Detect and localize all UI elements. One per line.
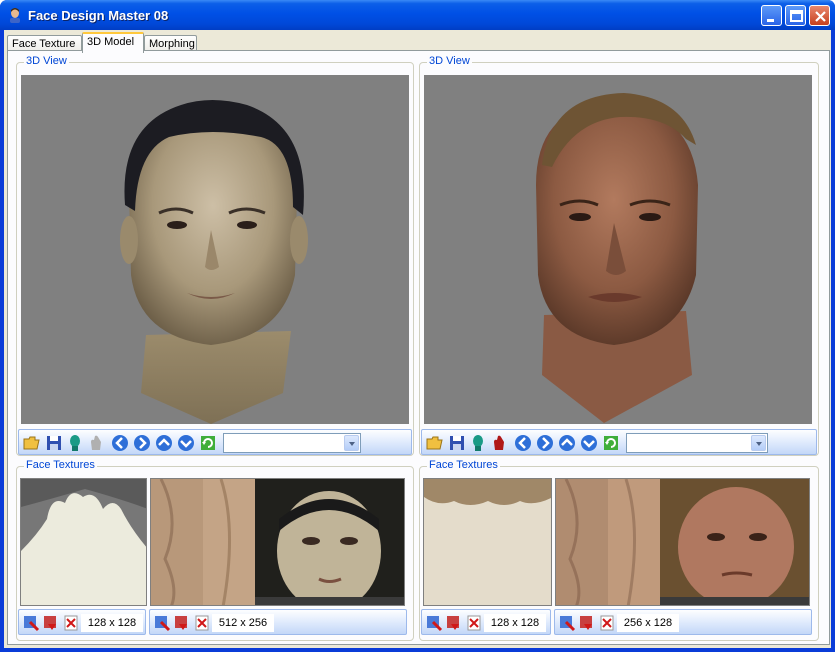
hand-disabled-icon[interactable] bbox=[87, 434, 105, 452]
right-head-model bbox=[536, 93, 698, 423]
refresh-icon[interactable] bbox=[199, 434, 217, 452]
left-3d-view-group: 3D View bbox=[16, 55, 414, 456]
export-texture-icon[interactable] bbox=[445, 614, 463, 632]
hand-icon[interactable] bbox=[490, 434, 508, 452]
left-texture-2[interactable] bbox=[150, 478, 405, 606]
chevron-down-icon[interactable] bbox=[751, 435, 766, 451]
left-3d-view-title: 3D View bbox=[24, 55, 69, 67]
left-3d-toolbar bbox=[18, 429, 412, 455]
right-texture-2-image bbox=[556, 479, 809, 605]
left-texture-2-size: 512 x 256 bbox=[212, 614, 274, 632]
refresh-icon[interactable] bbox=[602, 434, 620, 452]
close-button[interactable] bbox=[809, 5, 830, 26]
import-texture-icon[interactable] bbox=[558, 614, 576, 632]
right-texture-2[interactable] bbox=[555, 478, 810, 606]
app-face-icon bbox=[10, 8, 20, 23]
right-texture-2-toolbar: 256 x 128 bbox=[554, 609, 812, 635]
right-face-textures-group: Face Textures 128 x 128 256 x 128 bbox=[419, 459, 819, 641]
open-folder-icon[interactable] bbox=[426, 434, 444, 452]
title-bar[interactable]: Face Design Master 08 bbox=[0, 0, 835, 30]
right-texture-1[interactable] bbox=[423, 478, 552, 606]
left-texture-1-toolbar: 128 x 128 bbox=[18, 609, 146, 635]
export-texture-icon[interactable] bbox=[578, 614, 596, 632]
arrow-left-icon[interactable] bbox=[111, 434, 129, 452]
save-disk-icon[interactable] bbox=[45, 434, 63, 452]
tab-page-3d-model: 3D View 3D View Face Textures 128 x 128 … bbox=[7, 50, 830, 645]
save-disk-icon[interactable] bbox=[448, 434, 466, 452]
close-icon bbox=[815, 11, 826, 22]
export-texture-icon[interactable] bbox=[42, 614, 60, 632]
right-texture-2-size: 256 x 128 bbox=[617, 614, 679, 632]
window-title: Face Design Master 08 bbox=[28, 8, 169, 23]
arrow-up-icon[interactable] bbox=[558, 434, 576, 452]
right-3d-view-group: 3D View bbox=[419, 55, 819, 456]
tab-3d-model[interactable]: 3D Model bbox=[82, 32, 144, 53]
left-head-model bbox=[120, 100, 308, 424]
import-texture-icon[interactable] bbox=[153, 614, 171, 632]
head-model-icon[interactable] bbox=[469, 434, 487, 452]
right-texture-1-image bbox=[424, 479, 551, 505]
arrow-left-icon[interactable] bbox=[514, 434, 532, 452]
left-face-textures-group: Face Textures 128 x 128 512 x 256 bbox=[16, 459, 414, 641]
right-face-textures-title: Face Textures bbox=[427, 459, 500, 471]
right-3d-viewport[interactable] bbox=[424, 75, 812, 424]
right-3d-view-title: 3D View bbox=[427, 55, 472, 67]
arrow-down-icon[interactable] bbox=[177, 434, 195, 452]
open-folder-icon[interactable] bbox=[23, 434, 41, 452]
delete-texture-icon[interactable] bbox=[193, 614, 211, 632]
delete-texture-icon[interactable] bbox=[62, 614, 80, 632]
left-texture-1[interactable] bbox=[20, 478, 147, 606]
app-window: Face Design Master 08 Face Texture 3D Mo… bbox=[0, 0, 835, 652]
minimize-button[interactable] bbox=[761, 5, 782, 26]
delete-texture-icon[interactable] bbox=[465, 614, 483, 632]
left-texture-2-toolbar: 512 x 256 bbox=[149, 609, 407, 635]
maximize-button[interactable] bbox=[785, 5, 806, 26]
left-3d-viewport[interactable] bbox=[21, 75, 409, 424]
minimize-icon bbox=[767, 19, 774, 22]
left-face-textures-title: Face Textures bbox=[24, 459, 97, 471]
chevron-down-icon[interactable] bbox=[344, 435, 359, 451]
left-texture-1-image bbox=[21, 479, 146, 551]
left-model-select[interactable] bbox=[223, 433, 361, 453]
import-texture-icon[interactable] bbox=[425, 614, 443, 632]
right-model-select[interactable] bbox=[626, 433, 768, 453]
arrow-down-icon[interactable] bbox=[580, 434, 598, 452]
left-texture-2-image bbox=[151, 479, 404, 605]
right-texture-1-toolbar: 128 x 128 bbox=[421, 609, 551, 635]
arrow-up-icon[interactable] bbox=[155, 434, 173, 452]
right-texture-1-size: 128 x 128 bbox=[484, 614, 546, 632]
arrow-right-icon[interactable] bbox=[133, 434, 151, 452]
right-3d-toolbar bbox=[421, 429, 817, 455]
delete-texture-icon[interactable] bbox=[598, 614, 616, 632]
client-area: Face Texture 3D Model Morphing 3D View 3… bbox=[4, 30, 831, 648]
left-texture-1-size: 128 x 128 bbox=[81, 614, 143, 632]
arrow-right-icon[interactable] bbox=[536, 434, 554, 452]
head-model-icon[interactable] bbox=[66, 434, 84, 452]
maximize-icon bbox=[790, 10, 803, 22]
import-texture-icon[interactable] bbox=[22, 614, 40, 632]
export-texture-icon[interactable] bbox=[173, 614, 191, 632]
